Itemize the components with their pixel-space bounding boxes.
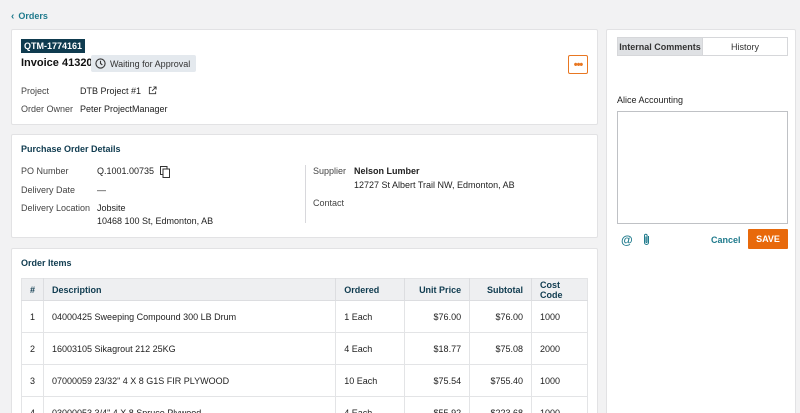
supplier-address: 12727 St Albert Trail NW, Edmonton, AB (354, 180, 515, 190)
delivery-location-address: 10468 100 St, Edmonton, AB (97, 216, 214, 226)
purchase-order-details-card: Purchase Order Details PO Number Q.1001.… (11, 134, 598, 238)
row-description: 07000059 23/32" 4 X 8 G1S FIR PLYWOOD (43, 364, 337, 397)
po-details-title: Purchase Order Details (21, 144, 121, 154)
row-cost-code: 1000 (531, 300, 588, 333)
col-header-subtotal: Subtotal (469, 278, 533, 301)
row-subtotal: $223.68 (469, 396, 533, 413)
table-row: 3 07000059 23/32" 4 X 8 G1S FIR PLYWOOD … (21, 364, 588, 397)
clock-icon (95, 58, 106, 69)
column-divider (305, 165, 306, 223)
tab-internal-comments[interactable]: Internal Comments (618, 38, 702, 55)
po-number-label: PO Number (21, 166, 69, 176)
commenter-name: Alice Accounting (617, 95, 684, 105)
project-value[interactable]: DTB Project #1 (80, 86, 157, 96)
row-cost-code: 2000 (531, 332, 588, 365)
mention-icon[interactable]: @ (621, 233, 633, 247)
copy-icon[interactable] (160, 166, 170, 178)
row-unit-price: $55.92 (404, 396, 471, 413)
row-description: 03000053 3/4" 4 X 8 Spruce Plywood (43, 396, 337, 413)
row-number: 1 (21, 300, 45, 333)
row-subtotal: $75.08 (469, 332, 533, 365)
col-header-ordered: Ordered (335, 278, 406, 301)
table-row: 1 04000425 Sweeping Compound 300 LB Drum… (21, 300, 588, 333)
paperclip-icon[interactable] (642, 233, 651, 246)
cancel-button[interactable]: Cancel (711, 235, 741, 245)
back-link-label: Orders (18, 11, 48, 21)
order-items-title: Order Items (21, 258, 72, 268)
comments-side-panel: Internal Comments History Alice Accounti… (606, 29, 796, 413)
supplier-name: Nelson Lumber (354, 166, 420, 176)
tab-history[interactable]: History (702, 38, 787, 55)
project-link[interactable]: DTB Project #1 (80, 86, 141, 96)
project-label: Project (21, 86, 50, 96)
back-to-orders-link[interactable]: ‹ Orders (11, 11, 48, 21)
save-button[interactable]: SAVE (748, 229, 788, 249)
table-row: 4 03000053 3/4" 4 X 8 Spruce Plywood 4 E… (21, 396, 588, 413)
delivery-date-label: Delivery Date (21, 185, 76, 195)
row-unit-price: $76.00 (404, 300, 471, 333)
order-items-table: # Description Ordered Unit Price Subtota… (21, 278, 588, 413)
order-header-card: QTM-1774161 Invoice 41320 Waiting for Ap… (11, 29, 598, 125)
supplier-label: Supplier (313, 166, 347, 176)
row-subtotal: $755.40 (469, 364, 533, 397)
owner-label: Order Owner (21, 104, 74, 114)
owner-value: Peter ProjectManager (80, 104, 168, 114)
delivery-location-name: Jobsite (97, 203, 126, 213)
row-ordered: 1 Each (335, 300, 406, 333)
po-number-value: Q.1001.00735 (97, 166, 155, 176)
row-subtotal: $76.00 (469, 300, 533, 333)
row-cost-code: 1000 (531, 396, 588, 413)
status-text: Waiting for Approval (110, 58, 191, 69)
external-link-icon[interactable] (148, 86, 157, 95)
row-description: 16003105 Sikagrout 212 25KG (43, 332, 337, 365)
table-header-row: # Description Ordered Unit Price Subtota… (21, 278, 588, 301)
chevron-left-icon: ‹ (11, 10, 15, 22)
row-cost-code: 1000 (531, 364, 588, 397)
row-ordered: 4 Each (335, 396, 406, 413)
row-ordered: 10 Each (335, 364, 406, 397)
row-number: 4 (21, 396, 45, 413)
col-header-number: # (21, 278, 45, 301)
col-header-unit-price: Unit Price (404, 278, 471, 301)
contact-label: Contact (313, 198, 345, 208)
col-header-description: Description (43, 278, 337, 301)
delivery-date-value: — (97, 185, 106, 195)
delivery-location-label: Delivery Location (21, 203, 91, 213)
row-unit-price: $75.54 (404, 364, 471, 397)
invoice-title: Invoice 41320 (21, 57, 93, 69)
table-row: 2 16003105 Sikagrout 212 25KG 4 Each $18… (21, 332, 588, 365)
order-items-card: Order Items # Description Ordered Unit P… (11, 248, 598, 413)
row-description: 04000425 Sweeping Compound 300 LB Drum (43, 300, 337, 333)
more-options-button[interactable]: ••• (568, 55, 588, 74)
row-number: 3 (21, 364, 45, 397)
side-panel-tabs: Internal Comments History (617, 37, 788, 56)
comment-input[interactable] (617, 111, 788, 224)
row-number: 2 (21, 332, 45, 365)
quote-id-badge: QTM-1774161 (21, 39, 86, 53)
col-header-cost-code: Cost Code (531, 278, 588, 301)
row-ordered: 4 Each (335, 332, 406, 365)
status-badge: Waiting for Approval (91, 55, 197, 72)
row-unit-price: $18.77 (404, 332, 471, 365)
